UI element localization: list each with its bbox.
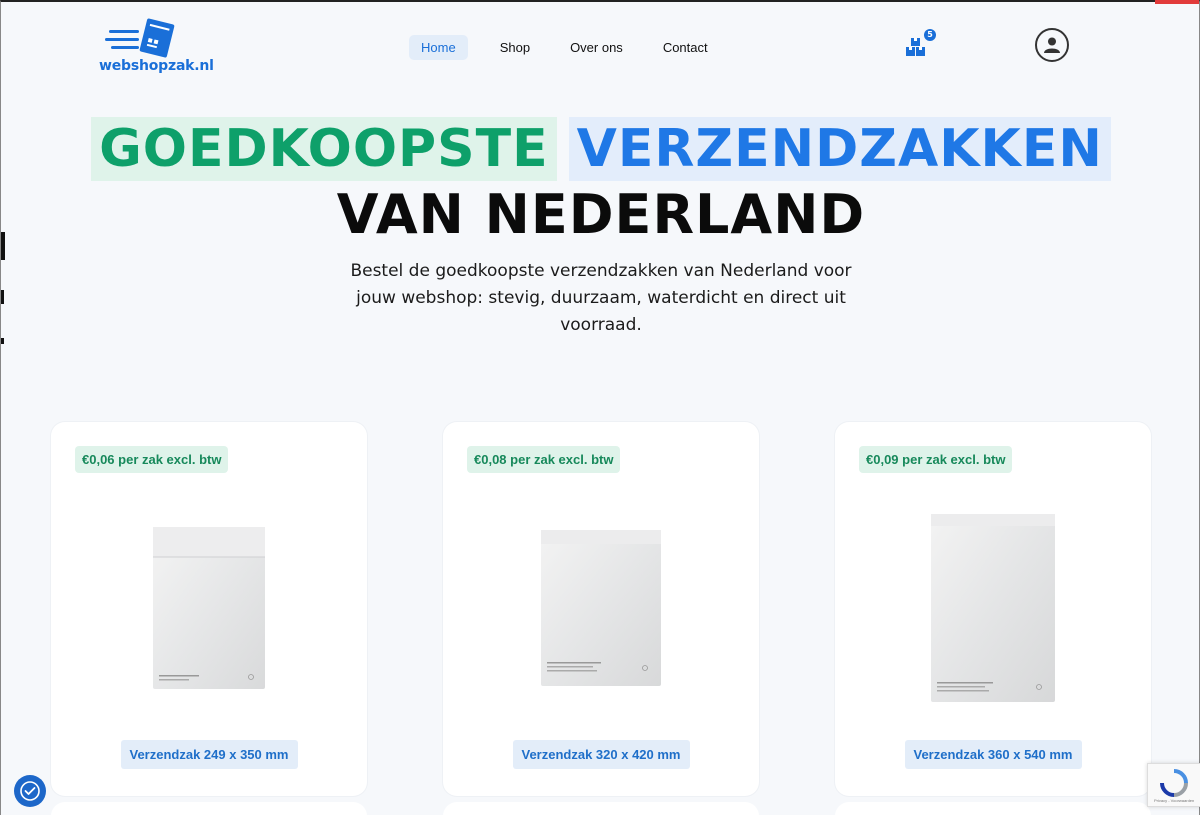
mailer-bag-image <box>153 527 265 689</box>
hero-word-green: GOEDKOOPSTE <box>91 117 557 181</box>
hero-subtitle: Bestel de goedkoopste verzendzakken van … <box>350 261 852 335</box>
mailer-bag-image <box>931 514 1055 702</box>
hero-word-blue: VERZENDZAKKEN <box>568 117 1111 181</box>
nav-contact[interactable]: Contact <box>651 35 720 60</box>
user-icon <box>1044 37 1060 53</box>
product-title-button[interactable]: Verzendzak 320 x 420 mm <box>512 740 690 769</box>
product-image[interactable] <box>443 500 759 716</box>
recaptcha-links[interactable]: Privacy - Voorwaarden <box>1154 798 1194 803</box>
boxes-icon <box>906 38 925 56</box>
nav-over-ons[interactable]: Over ons <box>558 35 635 60</box>
site-logo[interactable]: webshopzak.nl <box>99 16 214 76</box>
cookie-consent-button[interactable] <box>14 775 46 807</box>
recaptcha-icon <box>1160 769 1188 797</box>
edge-artifact <box>1 338 4 344</box>
product-card[interactable]: €0,09 per zak excl. btw Verzendzak 360 x… <box>835 422 1151 796</box>
mailer-bag-image <box>541 530 661 686</box>
nav-home[interactable]: Home <box>409 35 468 60</box>
hero-headline-line2: VAN NEDERLAND <box>336 183 866 246</box>
price-badge: €0,09 per zak excl. btw <box>859 446 1013 473</box>
product-image[interactable] <box>835 500 1151 716</box>
product-card[interactable]: €0,08 per zak excl. btw Verzendzak 320 x… <box>443 422 759 796</box>
product-card-next-row <box>835 802 1151 815</box>
account-button[interactable] <box>1035 28 1069 62</box>
product-card-next-row <box>443 802 759 815</box>
edge-artifact <box>1 290 4 304</box>
product-card[interactable]: €0,06 per zak excl. btw Verzendzak 249 x… <box>51 422 367 796</box>
cart-button[interactable]: 5 <box>904 29 938 59</box>
site-header: webshopzak.nl Home Shop Over ons Contact… <box>1 2 1200 88</box>
cart-count-badge: 5 <box>924 29 936 41</box>
product-image[interactable] <box>51 500 367 716</box>
product-title-button[interactable]: Verzendzak 249 x 350 mm <box>120 740 298 769</box>
logo-bag-icon <box>105 18 175 58</box>
price-badge: €0,08 per zak excl. btw <box>467 446 621 473</box>
hero-headline-line1: GOEDKOOPSTE VERZENDZAKKEN <box>1 117 1200 181</box>
main-nav: Home Shop Over ons Contact <box>409 35 736 60</box>
product-card-next-row <box>51 802 367 815</box>
logo-text: webshopzak.nl <box>99 58 214 74</box>
product-title-button[interactable]: Verzendzak 360 x 540 mm <box>904 740 1082 769</box>
recaptcha-badge[interactable]: Privacy - Voorwaarden <box>1147 763 1200 807</box>
price-badge: €0,06 per zak excl. btw <box>75 446 229 473</box>
cookie-shield-icon <box>20 781 40 801</box>
nav-shop[interactable]: Shop <box>488 35 542 60</box>
